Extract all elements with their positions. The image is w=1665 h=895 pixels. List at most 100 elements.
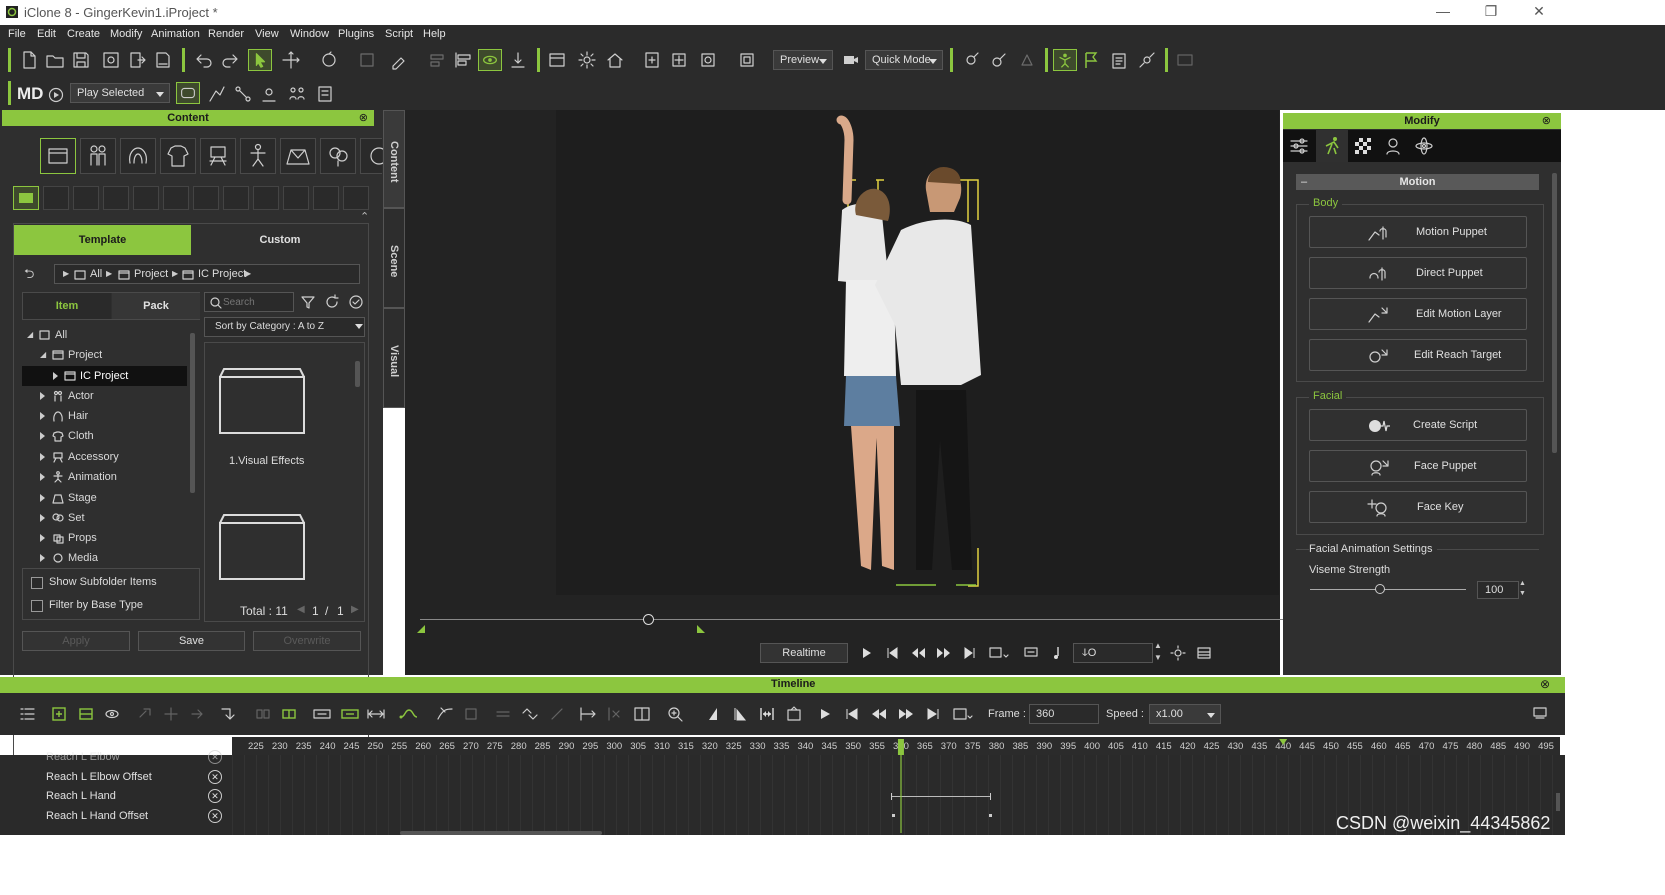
key-dot[interactable]	[892, 814, 895, 817]
subcategory-slot[interactable]	[283, 186, 309, 210]
link-key-icon[interactable]	[520, 705, 540, 723]
category-hair[interactable]	[120, 138, 156, 174]
close-timeline-icon[interactable]: ⊗	[1540, 677, 1550, 691]
reduce-keys-icon[interactable]	[548, 705, 566, 723]
remove-track-icon[interactable]: ✕	[208, 809, 222, 823]
tree-item-ic-project[interactable]: IC Project	[22, 366, 187, 386]
key-marker[interactable]	[990, 793, 991, 800]
menu-render[interactable]: Render	[208, 28, 244, 40]
open-folder-icon[interactable]	[44, 49, 66, 71]
curve-edit-icon[interactable]	[398, 705, 420, 723]
timeline-settings-icon[interactable]	[1532, 705, 1548, 721]
remove-track-icon[interactable]: ✕	[208, 770, 222, 784]
menu-script[interactable]: Script	[385, 28, 413, 40]
track-row[interactable]: Reach L Elbow Offset ✕	[0, 767, 232, 787]
copy-key-icon[interactable]	[162, 705, 180, 723]
face-puppet-button[interactable]: Face Puppet	[1309, 450, 1527, 482]
close-panel-icon[interactable]: ⊗	[359, 110, 368, 126]
material-checker-icon[interactable]	[1353, 136, 1373, 156]
light-icon[interactable]	[576, 49, 598, 71]
subcategory-slot[interactable]	[343, 186, 369, 210]
key-range-line[interactable]	[892, 796, 991, 797]
timeline-play-icon[interactable]	[817, 705, 833, 723]
track-row[interactable]: Reach L Hand ✕	[0, 786, 232, 806]
breadcrumb-all[interactable]: All	[90, 268, 102, 280]
subcategory-slot[interactable]	[223, 186, 249, 210]
menu-file[interactable]: File	[8, 28, 26, 40]
go-start-key-icon[interactable]	[704, 705, 722, 723]
skip-start-icon[interactable]	[884, 645, 900, 661]
menu-modify[interactable]: Modify	[110, 28, 142, 40]
breadcrumb-project[interactable]: Project	[134, 268, 168, 280]
break-clip-icon[interactable]	[254, 705, 272, 723]
sort-dropdown[interactable]: Sort by Category : A to Z	[204, 317, 365, 337]
frame-field[interactable]: ↆO	[1073, 643, 1153, 663]
add-key-icon[interactable]	[50, 705, 68, 723]
subtitle-icon[interactable]	[1023, 645, 1039, 661]
orbit-icon[interactable]	[736, 49, 758, 71]
visual-effects-folder-thumbnail[interactable]	[217, 365, 307, 437]
side-tab-scene[interactable]: Scene	[383, 208, 405, 308]
menu-window[interactable]: Window	[290, 28, 329, 40]
cut-key-icon[interactable]	[136, 705, 154, 723]
scene-render[interactable]	[556, 110, 1279, 595]
music-note-icon[interactable]	[1049, 645, 1065, 661]
show-subfolder-checkbox[interactable]	[31, 577, 43, 589]
tree-item-accessory[interactable]: Accessory	[22, 447, 192, 467]
select-tool-active[interactable]	[248, 49, 272, 71]
category-cloth[interactable]	[160, 138, 196, 174]
quick-mode-dropdown[interactable]: Quick Mode	[865, 50, 943, 70]
range-select-icon[interactable]	[785, 705, 803, 723]
subcategory-slot[interactable]	[193, 186, 219, 210]
play-icon[interactable]	[858, 645, 874, 661]
tree-item-hair[interactable]: Hair	[22, 406, 192, 426]
viseme-slider-track[interactable]	[1310, 589, 1466, 590]
undo-icon[interactable]	[193, 49, 215, 71]
tab-template[interactable]: Template	[14, 225, 191, 255]
range-start-marker-icon[interactable]	[417, 625, 425, 633]
camera-view-icon[interactable]	[546, 49, 568, 71]
realtime-dropdown[interactable]: Realtime	[760, 643, 848, 663]
visibility-eye-icon[interactable]	[103, 705, 125, 723]
thumbnail-scrollbar[interactable]	[355, 361, 360, 387]
tree-item-actor[interactable]: Actor	[22, 386, 192, 406]
side-tab-visual[interactable]: Visual	[383, 308, 405, 408]
spin-down-icon[interactable]: ▼	[1154, 653, 1162, 662]
clipboard-icon[interactable]	[1108, 49, 1130, 71]
timeline-rewind-icon[interactable]	[871, 705, 887, 723]
subcategory-slot[interactable]	[103, 186, 129, 210]
insert-frames-icon[interactable]	[578, 705, 600, 723]
overwrite-button[interactable]: Overwrite	[253, 631, 361, 651]
track-row[interactable]: Reach L Hand Offset ✕	[0, 806, 232, 826]
tree-item-animation[interactable]: Animation	[22, 467, 192, 487]
tree-item-all[interactable]: ◢ All	[22, 325, 192, 345]
direct-puppet-button[interactable]: Direct Puppet	[1309, 257, 1527, 289]
edit-reach-target-button[interactable]: Edit Reach Target	[1309, 339, 1527, 371]
filter-icon[interactable]	[299, 293, 317, 311]
collect-clip-icon[interactable]	[77, 705, 95, 723]
gizmo-icon[interactable]	[1136, 49, 1158, 71]
category-accessory[interactable]	[200, 138, 236, 174]
script-icon[interactable]	[1174, 49, 1196, 71]
drop-to-floor-icon[interactable]	[507, 49, 529, 71]
speed-dropdown[interactable]: x1.00	[1149, 704, 1221, 724]
paste-key-icon[interactable]	[188, 705, 206, 723]
frame-selected-icon[interactable]	[641, 49, 663, 71]
category-set[interactable]	[320, 138, 356, 174]
motion-puppet-button[interactable]: Motion Puppet	[1309, 216, 1527, 248]
subcategory-slot[interactable]	[313, 186, 339, 210]
bone-lock-icon[interactable]	[1016, 49, 1038, 71]
fit-clip-icon[interactable]	[312, 705, 332, 723]
search-input[interactable]	[223, 294, 291, 310]
home-view-icon[interactable]	[604, 49, 626, 71]
subtab-item[interactable]: Item	[23, 293, 111, 319]
crowd-icon[interactable]	[286, 83, 308, 105]
remove-track-icon[interactable]: ✕	[208, 750, 222, 764]
apply-button[interactable]: Apply	[22, 631, 130, 651]
rotate-icon[interactable]	[318, 49, 340, 71]
visibility-toggle[interactable]	[478, 49, 502, 71]
subcategory-slot[interactable]	[73, 186, 99, 210]
save-icon[interactable]	[70, 49, 92, 71]
spin-down-icon[interactable]: ▼	[1519, 590, 1526, 597]
face-key-button[interactable]: Face Key	[1309, 491, 1527, 523]
